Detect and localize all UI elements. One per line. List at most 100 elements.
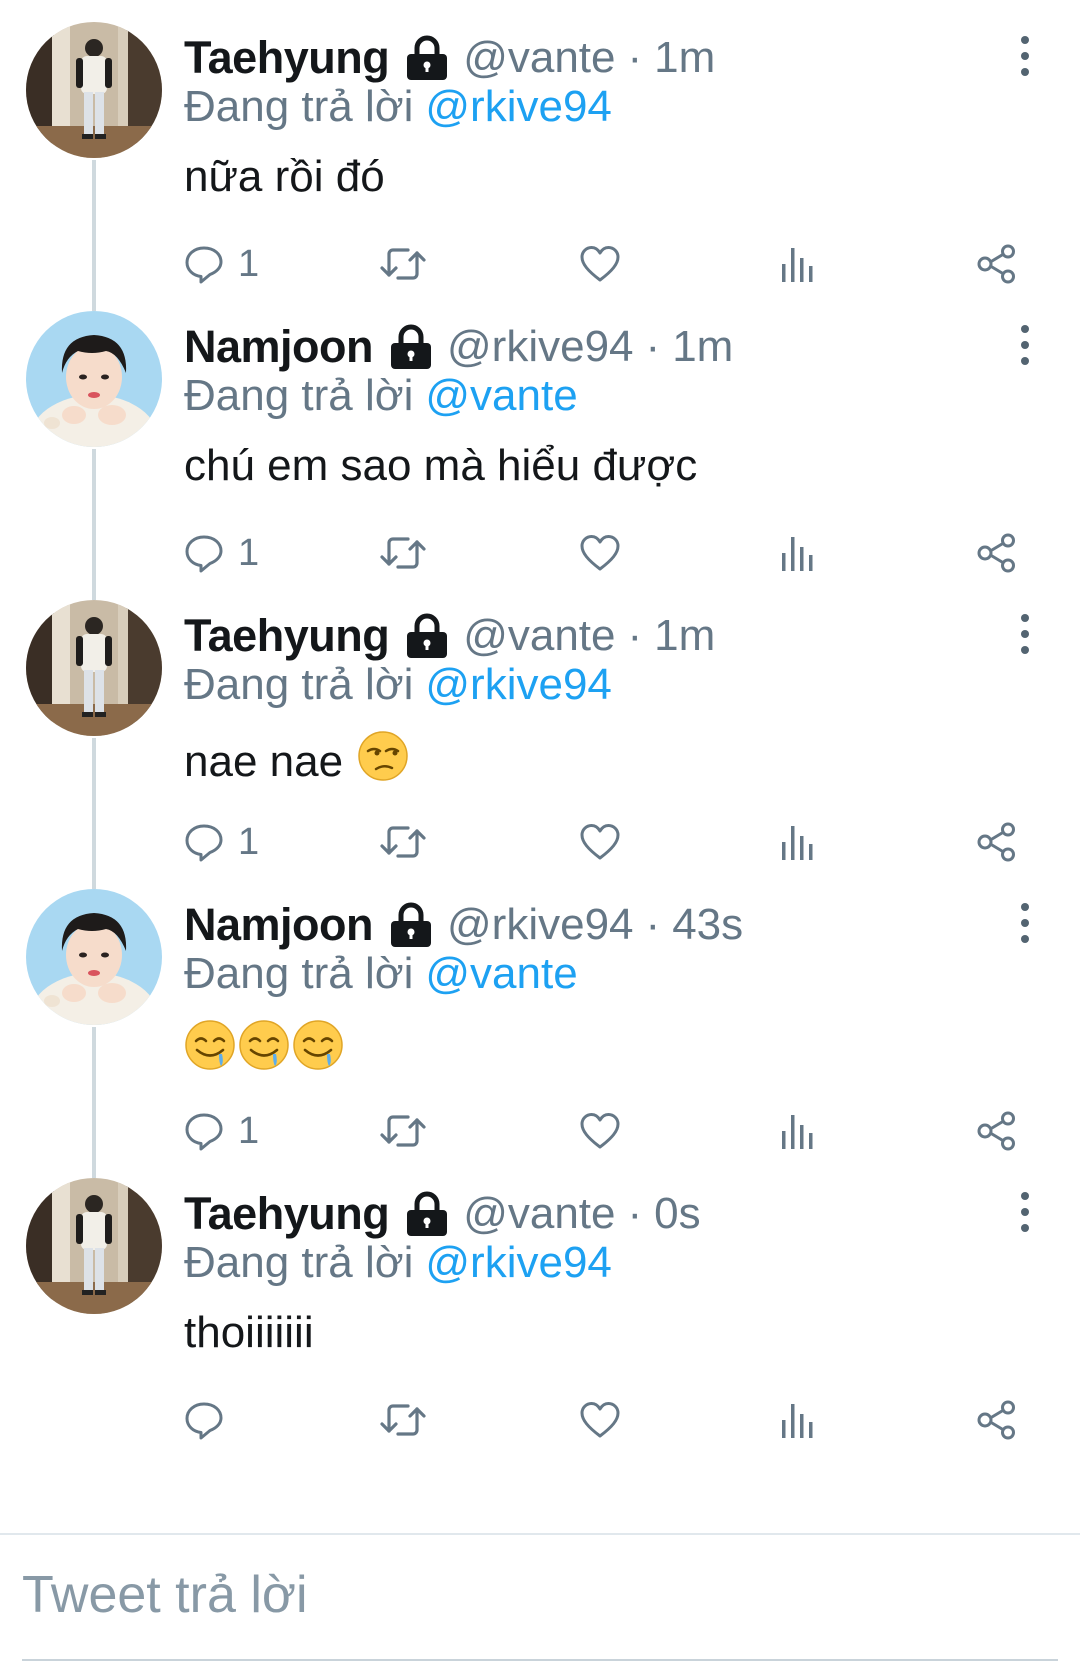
reply-button[interactable] (184, 1388, 224, 1452)
more-vertical-icon[interactable] (1010, 1192, 1040, 1232)
tweet-actions: 1 (0, 810, 1080, 874)
author-handle[interactable]: @vante (463, 33, 615, 83)
like-button[interactable] (580, 521, 620, 585)
tweet-text (184, 1019, 344, 1082)
retweet-button[interactable] (380, 1388, 426, 1452)
more-vertical-icon[interactable] (1010, 36, 1040, 76)
replying-to: Đang trả lời @vante (184, 371, 578, 421)
mention-link[interactable]: @vante (425, 371, 577, 420)
author-handle[interactable]: @rkive94 (447, 900, 634, 950)
retweet-icon (380, 245, 426, 283)
heart-icon (580, 1112, 620, 1150)
mention-link[interactable]: @rkive94 (425, 1238, 612, 1287)
timestamp[interactable]: 1m (654, 611, 715, 661)
more-dot (1021, 357, 1029, 365)
mention-link[interactable]: @rkive94 (425, 660, 612, 709)
author-handle[interactable]: @vante (463, 611, 615, 661)
like-button[interactable] (580, 1388, 620, 1452)
tweet[interactable]: Taehyung @vante · 0s Đang trả lời @rkive94 tho… (0, 1156, 1080, 1463)
separator-dot: · (627, 611, 643, 660)
analytics-button[interactable] (780, 521, 816, 585)
heart-icon (580, 1401, 620, 1439)
author-name[interactable]: Namjoon (184, 321, 374, 373)
mention-link[interactable]: @vante (425, 949, 577, 998)
tweet[interactable]: Taehyung @vante · 1m Đang trả lời @rkive94 nae… (0, 578, 1080, 889)
tweet-actions: 1 (0, 232, 1080, 296)
timestamp[interactable]: 1m (654, 33, 715, 83)
like-button[interactable] (580, 232, 620, 296)
avatar[interactable] (26, 889, 162, 1025)
analytics-icon (780, 1400, 816, 1440)
retweet-button[interactable] (380, 232, 426, 296)
reply-button[interactable]: 1 (184, 1099, 259, 1163)
reply-count: 1 (238, 820, 260, 863)
more-dot (1021, 1192, 1029, 1200)
tweet[interactable]: Taehyung @vante · 1m Đang trả lời @rkive94 nữa… (0, 0, 1080, 311)
reply-button[interactable]: 1 (184, 521, 259, 585)
tweet[interactable]: Namjoon @rkive94 · 1m Đang trả lời @vante chú … (0, 289, 1080, 600)
more-vertical-icon[interactable] (1010, 903, 1040, 943)
avatar[interactable] (26, 1178, 162, 1314)
retweet-button[interactable] (380, 521, 426, 585)
share-button[interactable] (976, 232, 1018, 296)
share-button[interactable] (976, 521, 1018, 585)
mention-link[interactable]: @rkive94 (425, 82, 612, 131)
more-dot (1021, 341, 1029, 349)
analytics-icon (780, 244, 816, 284)
tweet-text-content: thoiiiiiii (184, 1308, 314, 1357)
author-name[interactable]: Taehyung (184, 32, 390, 84)
reply-count: 1 (238, 531, 260, 574)
author-handle[interactable]: @vante (463, 1189, 615, 1239)
author-handle[interactable]: @rkive94 (447, 322, 634, 372)
tweet[interactable]: Namjoon @rkive94 · 43s Đang trả lời @vante 1 (0, 867, 1080, 1178)
tweet-text-content: nae nae (184, 736, 344, 786)
retweet-button[interactable] (380, 810, 426, 874)
more-dot (1021, 919, 1029, 927)
analytics-icon (780, 1111, 816, 1151)
tweet-actions (0, 1388, 1080, 1452)
retweet-button[interactable] (380, 1099, 426, 1163)
more-dot (1021, 52, 1029, 60)
more-dot (1021, 1224, 1029, 1232)
analytics-button[interactable] (780, 1099, 816, 1163)
share-icon (976, 533, 1018, 573)
lock-icon (389, 902, 433, 948)
avatar[interactable] (26, 311, 162, 447)
reply-icon (184, 244, 224, 284)
share-icon (976, 1400, 1018, 1440)
replying-to: Đang trả lời @rkive94 (184, 660, 612, 710)
analytics-button[interactable] (780, 810, 816, 874)
timestamp[interactable]: 1m (672, 322, 733, 372)
reply-input[interactable]: Tweet trả lời (22, 1555, 1058, 1635)
analytics-button[interactable] (780, 232, 816, 296)
timestamp[interactable]: 0s (654, 1189, 700, 1239)
share-icon (976, 822, 1018, 862)
timestamp[interactable]: 43s (672, 900, 743, 950)
more-dot (1021, 1208, 1029, 1216)
like-button[interactable] (580, 810, 620, 874)
replying-to: Đang trả lời @rkive94 (184, 82, 612, 132)
avatar[interactable] (26, 600, 162, 736)
more-vertical-icon[interactable] (1010, 325, 1040, 365)
unamused-face-emoji (357, 730, 409, 793)
avatar[interactable] (26, 22, 162, 158)
reply-icon (184, 1400, 224, 1440)
author-name[interactable]: Taehyung (184, 610, 390, 662)
author-name[interactable]: Taehyung (184, 1188, 390, 1240)
reply-button[interactable]: 1 (184, 232, 259, 296)
reply-button[interactable]: 1 (184, 810, 259, 874)
share-icon (976, 244, 1018, 284)
analytics-button[interactable] (780, 1388, 816, 1452)
replying-to-label: Đang trả lời (184, 371, 414, 420)
more-vertical-icon[interactable] (1010, 614, 1040, 654)
reply-icon (184, 822, 224, 862)
retweet-icon (380, 823, 426, 861)
share-button[interactable] (976, 1388, 1018, 1452)
share-button[interactable] (976, 810, 1018, 874)
lock-icon (405, 613, 449, 659)
like-button[interactable] (580, 1099, 620, 1163)
separator-dot: · (627, 33, 643, 82)
author-name[interactable]: Namjoon (184, 899, 374, 951)
heart-icon (580, 534, 620, 572)
share-button[interactable] (976, 1099, 1018, 1163)
